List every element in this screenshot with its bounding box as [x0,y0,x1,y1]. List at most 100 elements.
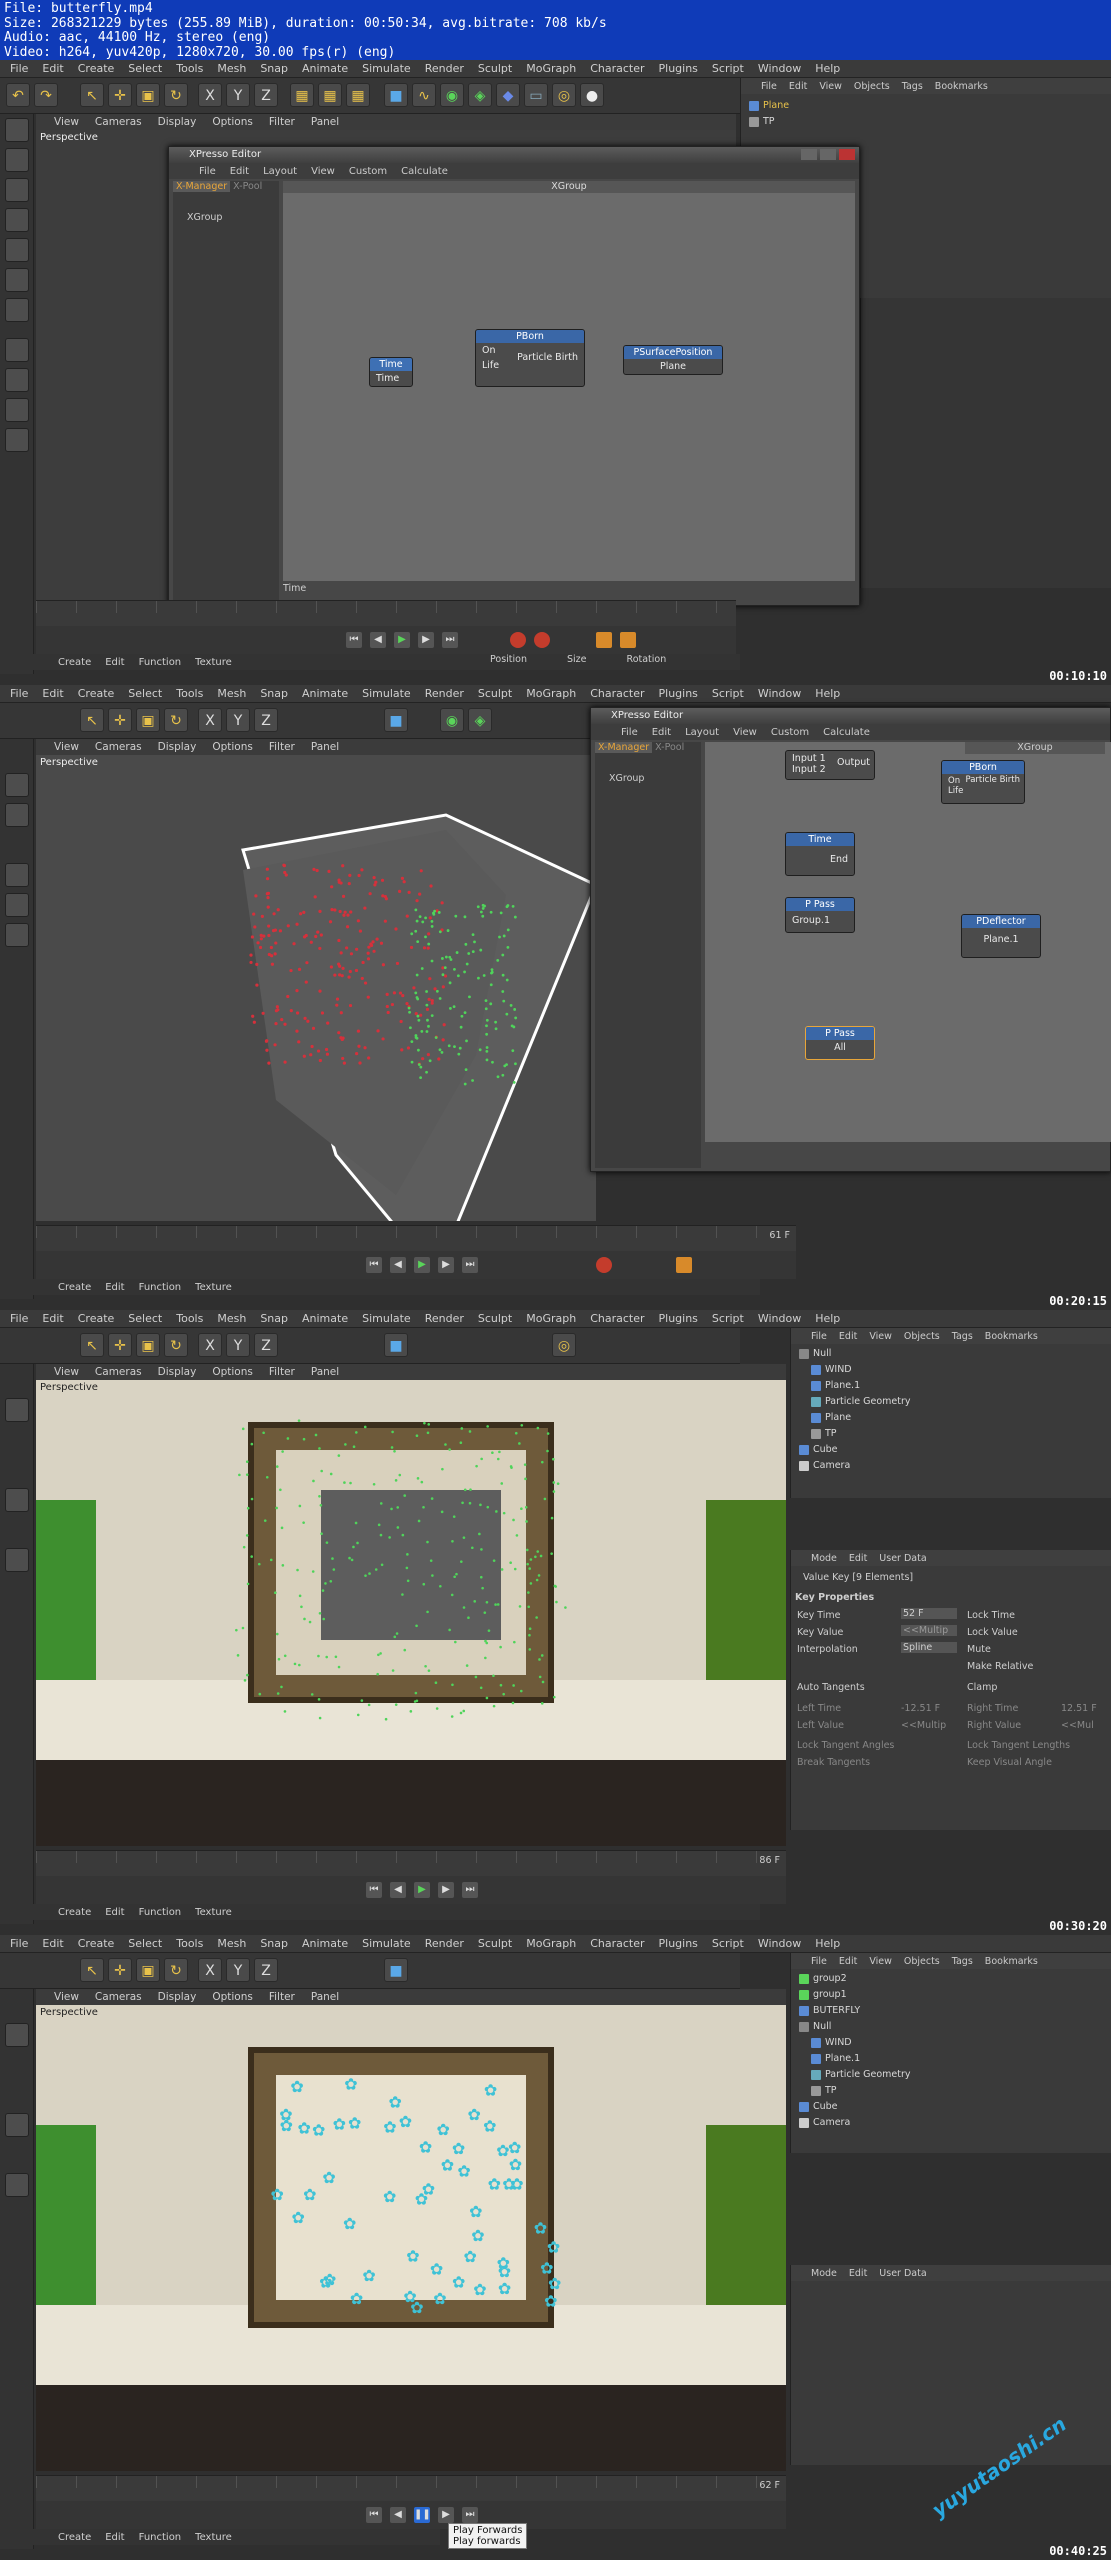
vp-options[interactable]: Options [212,1366,253,1378]
scene-icon[interactable]: ▭ [524,83,548,107]
menu-animate[interactable]: Animate [302,62,348,75]
menu-mograph[interactable]: MoGraph [526,62,576,75]
rotate-icon[interactable]: ↻ [164,1333,188,1357]
menu-animate[interactable]: Animate [302,1937,348,1950]
rotate-icon[interactable]: ↻ [164,708,188,732]
menu-tools[interactable]: Tools [176,687,203,700]
am-user-data[interactable]: User Data [879,1553,926,1564]
x-axis-icon[interactable]: X [198,1958,222,1982]
timeline[interactable]: 62 F [36,2475,786,2501]
menu-script[interactable]: Script [712,687,744,700]
polygons-mode-icon[interactable] [5,298,29,322]
record-icon[interactable] [510,632,526,648]
object-row[interactable]: Plane.1 [811,1378,860,1394]
edges-mode-icon[interactable] [5,268,29,292]
xp-edit[interactable]: Edit [652,727,671,738]
xp-view[interactable]: View [311,166,335,177]
menu-edit[interactable]: Edit [42,1312,63,1325]
model-mode-icon[interactable] [5,148,29,172]
points-mode-icon[interactable] [5,2113,29,2137]
om-file[interactable]: File [811,1956,827,1967]
y-axis-icon[interactable]: Y [226,708,250,732]
menu-mograph[interactable]: MoGraph [526,1312,576,1325]
vp-display[interactable]: Display [158,1366,197,1378]
x-axis-icon[interactable]: X [198,83,222,107]
move-icon[interactable]: ✛ [108,708,132,732]
menu-tools[interactable]: Tools [176,62,203,75]
goto-start-icon[interactable]: ⏮ [366,1882,382,1898]
object-row[interactable]: Particle Geometry [811,2067,911,2083]
render-view-icon[interactable]: ▦ [290,83,314,107]
psurfaceposition-node[interactable]: PSurfacePosition Plane [623,345,723,375]
mat-create[interactable]: Create [58,1907,91,1918]
mat-function[interactable]: Function [139,1282,182,1293]
mat-edit[interactable]: Edit [105,1907,124,1918]
vp-filter[interactable]: Filter [269,741,295,753]
menu-simulate[interactable]: Simulate [362,1937,411,1950]
mat-function[interactable]: Function [139,1907,182,1918]
record-icon[interactable] [596,1257,612,1273]
om-bookmarks[interactable]: Bookmarks [985,1331,1038,1342]
texture-mode-icon[interactable] [5,803,29,827]
mat-create[interactable]: Create [58,657,91,668]
menu-plugins[interactable]: Plugins [659,1937,698,1950]
xp-calculate[interactable]: Calculate [823,727,870,738]
cube-icon[interactable]: ■ [384,708,408,732]
mat-texture[interactable]: Texture [195,2532,232,2543]
menu-create[interactable]: Create [78,687,115,700]
menu-character[interactable]: Character [590,1937,644,1950]
key-value-field[interactable]: <<Multip [901,1625,957,1636]
y-axis-icon[interactable]: Y [226,1333,250,1357]
om-edit[interactable]: Edit [839,1331,857,1342]
object-row[interactable]: Null [799,2019,831,2035]
tweak-icon[interactable] [5,368,29,392]
object-row[interactable]: TP [811,2083,837,2099]
xp-layout[interactable]: Layout [263,166,297,177]
axis-mode-icon[interactable] [5,338,29,362]
menu-window[interactable]: Window [758,1312,801,1325]
xp-layout[interactable]: Layout [685,727,719,738]
menu-tools[interactable]: Tools [176,1937,203,1950]
menu-sculpt[interactable]: Sculpt [478,62,512,75]
object-row[interactable]: Particle Geometry [811,1394,911,1410]
object-row[interactable]: Plane [811,1410,851,1426]
goto-start-icon[interactable]: ⏮ [366,2507,382,2523]
vp-options[interactable]: Options [212,1991,253,2003]
vp-panel[interactable]: Panel [311,741,339,753]
menu-mesh[interactable]: Mesh [217,62,246,75]
vp-options[interactable]: Options [212,741,253,753]
object-row[interactable]: Cube [799,2099,838,2115]
menu-sculpt[interactable]: Sculpt [478,687,512,700]
pborn-node[interactable]: PBorn On Life Particle Birth [475,329,585,387]
am-user-data[interactable]: User Data [879,2268,926,2279]
z-axis-icon[interactable]: Z [254,1333,278,1357]
viewport[interactable]: Perspective [36,1380,786,1846]
menu-simulate[interactable]: Simulate [362,687,411,700]
object-row[interactable]: BUTERFLY [799,2003,860,2019]
menu-animate[interactable]: Animate [302,687,348,700]
vp-filter[interactable]: Filter [269,116,295,128]
object-row[interactable]: WIND [811,1362,852,1378]
model-mode-icon[interactable] [5,1398,29,1422]
mat-texture[interactable]: Texture [195,1282,232,1293]
om-edit[interactable]: Edit [789,81,807,92]
menu-edit[interactable]: Edit [42,62,63,75]
scale-icon[interactable]: ▣ [136,1958,160,1982]
step-back-icon[interactable]: ◀ [390,1882,406,1898]
vp-cameras[interactable]: Cameras [95,1991,142,2003]
am-mode[interactable]: Mode [811,2268,837,2279]
maximize-icon[interactable] [820,149,836,160]
menu-select[interactable]: Select [128,1937,162,1950]
menu-edit[interactable]: Edit [42,687,63,700]
mat-edit[interactable]: Edit [105,657,124,668]
object-row[interactable]: Camera [799,2115,850,2131]
step-back-icon[interactable]: ◀ [370,632,386,648]
right-time-field[interactable]: 12.51 F [1061,1703,1097,1714]
mat-function[interactable]: Function [139,657,182,668]
vp-display[interactable]: Display [158,1991,197,2003]
om-view[interactable]: View [819,81,842,92]
texture-mode-icon[interactable] [5,178,29,202]
x-axis-icon[interactable]: X [198,1333,222,1357]
keyframe-pos-icon[interactable] [676,1257,692,1273]
goto-end-icon[interactable]: ⏭ [462,1882,478,1898]
